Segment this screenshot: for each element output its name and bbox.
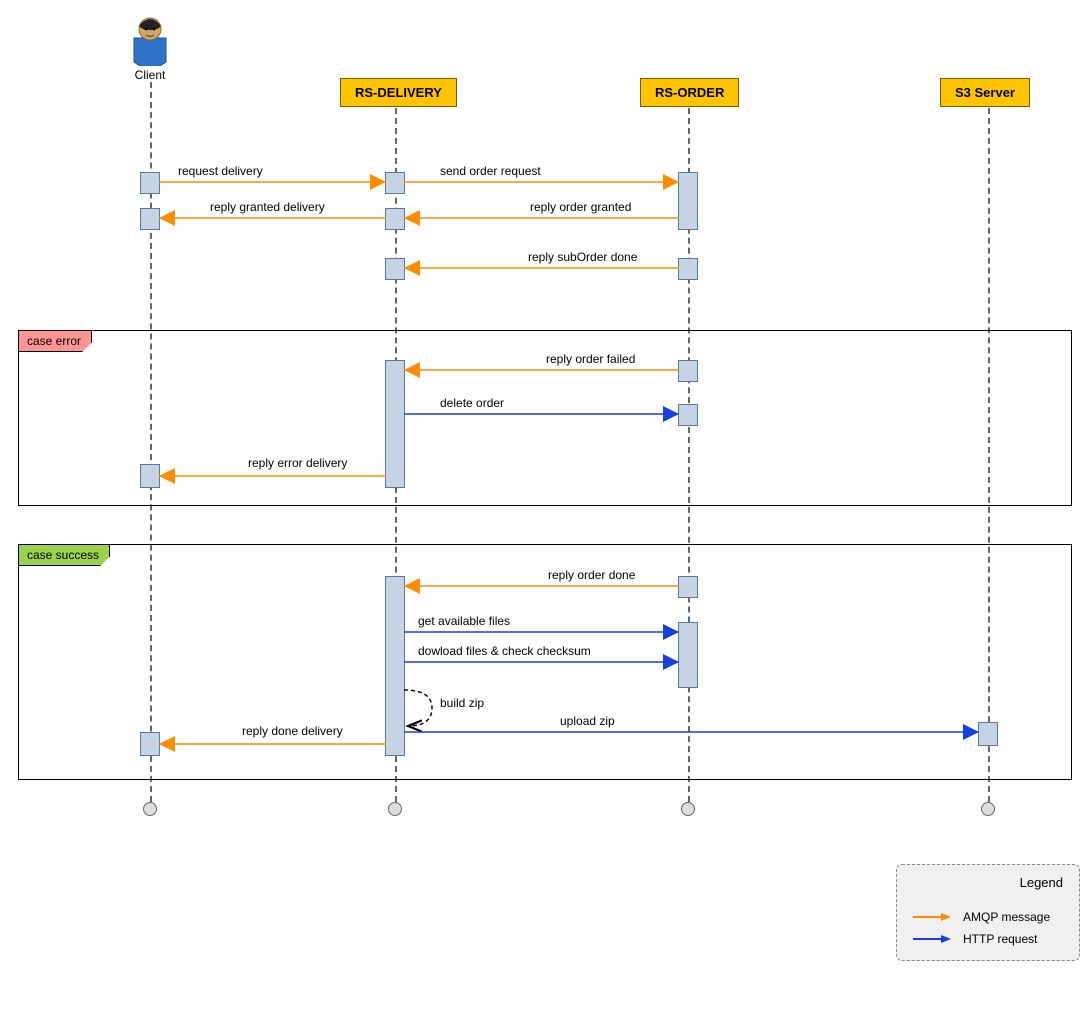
- msg-send-order-request: send order request: [440, 164, 541, 178]
- activation-box: [385, 360, 405, 488]
- activation-box: [678, 576, 698, 598]
- msg-reply-order-granted: reply order granted: [530, 200, 631, 214]
- participant-s3: S3 Server: [940, 78, 1030, 107]
- msg-get-available-files: get available files: [418, 614, 510, 628]
- msg-reply-order-done: reply order done: [548, 568, 635, 582]
- participant-client: Client: [115, 14, 185, 82]
- participant-order: RS-ORDER: [640, 78, 739, 107]
- msg-build-zip: build zip: [440, 696, 484, 710]
- activation-box: [385, 576, 405, 756]
- activation-box: [385, 172, 405, 194]
- participant-order-label: RS-ORDER: [640, 78, 739, 107]
- activation-box: [678, 258, 698, 280]
- activation-box: [140, 732, 160, 756]
- activation-box: [385, 208, 405, 230]
- activation-box: [678, 172, 698, 230]
- msg-reply-order-failed: reply order failed: [546, 352, 635, 366]
- lifeline-end: [981, 802, 995, 816]
- fragment-success: case success: [18, 544, 1072, 780]
- activation-box: [140, 464, 160, 488]
- msg-reply-done-delivery: reply done delivery: [242, 724, 343, 738]
- participant-delivery-label: RS-DELIVERY: [340, 78, 457, 107]
- activation-box: [385, 258, 405, 280]
- msg-reply-suborder-done: reply subOrder done: [528, 250, 637, 264]
- person-icon: [128, 14, 172, 66]
- participant-client-label: Client: [115, 68, 185, 82]
- msg-upload-zip: upload zip: [560, 714, 615, 728]
- activation-box: [678, 622, 698, 688]
- legend-http-label: HTTP request: [963, 932, 1037, 946]
- participant-delivery: RS-DELIVERY: [340, 78, 457, 107]
- activation-box: [140, 208, 160, 230]
- lifeline-end: [143, 802, 157, 816]
- activation-box: [678, 404, 698, 426]
- fragment-success-label: case success: [19, 545, 110, 566]
- legend-amqp-label: AMQP message: [963, 910, 1050, 924]
- participant-s3-label: S3 Server: [940, 78, 1030, 107]
- activation-box: [140, 172, 160, 194]
- msg-reply-error-delivery: reply error delivery: [248, 456, 347, 470]
- msg-download-files: dowload files & check checksum: [418, 644, 591, 658]
- fragment-error: case error: [18, 330, 1072, 506]
- fragment-error-label: case error: [19, 331, 92, 352]
- legend-box: Legend AMQP message HTTP request: [896, 864, 1080, 961]
- activation-box: [678, 360, 698, 382]
- msg-delete-order: delete order: [440, 396, 504, 410]
- msg-reply-granted-delivery: reply granted delivery: [210, 200, 325, 214]
- lifeline-end: [388, 802, 402, 816]
- legend-row-amqp: AMQP message: [913, 910, 1063, 924]
- lifeline-end: [681, 802, 695, 816]
- legend-row-http: HTTP request: [913, 932, 1063, 946]
- msg-request-delivery: request delivery: [178, 164, 263, 178]
- activation-box: [978, 722, 998, 746]
- legend-title: Legend: [913, 875, 1063, 890]
